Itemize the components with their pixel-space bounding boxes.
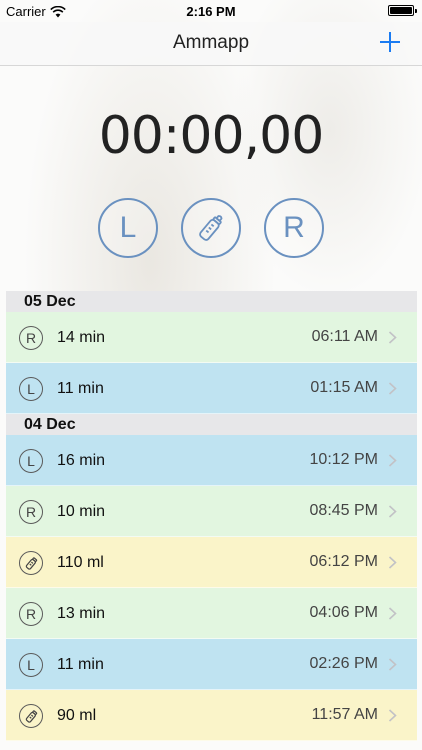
battery-icon bbox=[388, 5, 417, 16]
add-entry-button[interactable] bbox=[380, 28, 404, 56]
feeding-mode-buttons: L R bbox=[0, 198, 422, 258]
left-side-icon: L bbox=[19, 449, 43, 473]
app-title: Ammapp bbox=[172, 32, 250, 53]
feeding-entry-row[interactable]: 90 ml 11:57 AM bbox=[6, 690, 417, 741]
timer-minutes: 00 bbox=[98, 106, 164, 166]
entry-amount: 11 min bbox=[57, 656, 104, 673]
feeding-entry-row[interactable]: L 16 min 10:12 PM bbox=[6, 435, 417, 486]
left-breast-label: L bbox=[119, 211, 137, 244]
chevron-right-icon bbox=[388, 331, 397, 344]
right-breast-button[interactable]: R bbox=[264, 198, 324, 258]
chevron-right-icon bbox=[388, 382, 397, 395]
entry-time: 02:26 PM bbox=[309, 655, 378, 672]
entry-time: 01:15 AM bbox=[310, 379, 378, 396]
entry-time: 11:57 AM bbox=[311, 706, 378, 723]
entry-amount: 14 min bbox=[57, 329, 106, 346]
baby-bottle-icon bbox=[19, 551, 43, 575]
timer-seconds: 00 bbox=[179, 106, 244, 166]
entry-time: 06:11 AM bbox=[311, 328, 378, 345]
day-label: 05 Dec bbox=[24, 293, 76, 310]
navigation-bar: Ammapp bbox=[0, 22, 422, 66]
right-side-icon: R bbox=[19, 326, 43, 350]
day-header: 04 Dec bbox=[6, 414, 417, 435]
baby-bottle-icon bbox=[199, 215, 223, 241]
entry-amount: 90 ml bbox=[57, 707, 97, 724]
left-side-icon: L bbox=[19, 653, 43, 677]
left-side-icon: L bbox=[19, 377, 43, 401]
entry-amount: 110 ml bbox=[57, 554, 104, 571]
entry-time: 10:12 PM bbox=[309, 451, 378, 468]
right-side-icon: R bbox=[19, 602, 43, 626]
entry-amount: 16 min bbox=[57, 452, 106, 469]
right-breast-label: R bbox=[283, 211, 305, 244]
day-label: 04 Dec bbox=[24, 416, 76, 433]
feeding-entry-row[interactable]: L 11 min 02:26 PM bbox=[6, 639, 417, 690]
entry-time: 06:12 PM bbox=[309, 553, 378, 570]
entry-amount: 13 min bbox=[57, 605, 106, 622]
chevron-right-icon bbox=[388, 658, 397, 671]
stopwatch-display: 00:00,00 bbox=[0, 106, 422, 166]
chevron-right-icon bbox=[388, 709, 397, 722]
status-time: 2:16 PM bbox=[186, 4, 236, 19]
feeding-log: 05 Dec R 14 min 06:11 AM L 11 min 01:15 AM 04 D… bbox=[6, 291, 417, 741]
entry-amount: 11 min bbox=[57, 380, 104, 397]
timer-hundredths: 00 bbox=[259, 106, 324, 166]
feeding-entry-row[interactable]: R 13 min 04:06 PM bbox=[6, 588, 417, 639]
entry-time: 08:45 PM bbox=[309, 502, 378, 519]
entry-amount: 10 min bbox=[57, 503, 106, 520]
chevron-right-icon bbox=[388, 505, 397, 518]
feeding-entry-row[interactable]: R 10 min 08:45 PM bbox=[6, 486, 417, 537]
right-side-icon: R bbox=[19, 500, 43, 524]
chevron-right-icon bbox=[388, 454, 397, 467]
baby-bottle-icon bbox=[19, 704, 43, 728]
timer-separator-comma: , bbox=[243, 106, 261, 166]
bottle-button[interactable] bbox=[181, 198, 241, 258]
feeding-entry-row[interactable]: 110 ml 06:12 PM bbox=[6, 537, 417, 588]
chevron-right-icon bbox=[388, 607, 397, 620]
entry-time: 04:06 PM bbox=[309, 604, 378, 621]
day-header: 05 Dec bbox=[6, 291, 417, 312]
status-bar: Carrier 2:16 PM bbox=[0, 0, 422, 22]
chevron-right-icon bbox=[388, 556, 397, 569]
feeding-entry-row[interactable]: R 14 min 06:11 AM bbox=[6, 312, 417, 363]
feeding-entry-row[interactable]: L 11 min 01:15 AM bbox=[6, 363, 417, 414]
timer-separator-colon: : bbox=[162, 106, 181, 166]
left-breast-button[interactable]: L bbox=[98, 198, 158, 258]
